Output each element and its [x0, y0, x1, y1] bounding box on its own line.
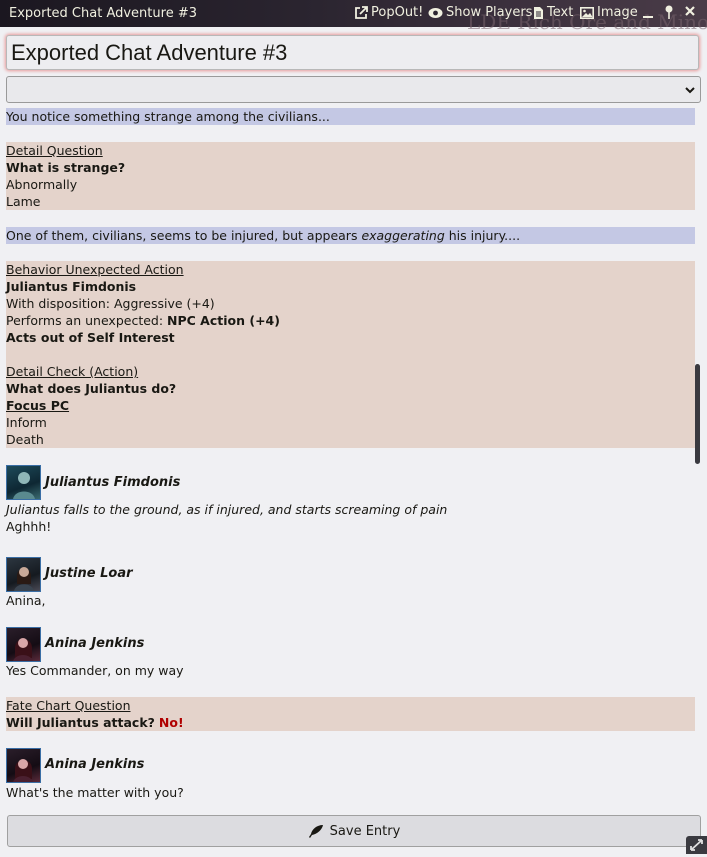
- narration-emphasis: exaggerating: [361, 228, 445, 243]
- speaker-name: Justine Loar: [45, 566, 133, 581]
- speaker-name: Anina Jenkins: [45, 636, 145, 651]
- popout-button[interactable]: PopOut!: [354, 5, 423, 20]
- avatar-portrait-icon: [14, 567, 34, 591]
- fate-chart-question: Will Juliantus attack?: [6, 715, 155, 730]
- minimize-icon: [643, 16, 653, 18]
- resize-handle[interactable]: [686, 836, 707, 854]
- behavior-performs: Performs an unexpected: NPC Action (+4): [6, 312, 695, 329]
- minimize-button[interactable]: [642, 2, 654, 20]
- message-text: Anina,: [6, 593, 46, 608]
- chat-message: Justine Loar Anina,: [6, 557, 695, 612]
- avatar[interactable]: [6, 557, 41, 592]
- avatar[interactable]: [6, 465, 41, 500]
- behavior-disposition: With disposition: Aggressive (+4): [6, 296, 215, 311]
- image-label: Image: [597, 5, 638, 20]
- entry-title-input[interactable]: [6, 35, 699, 70]
- detail-check-result-2: Death: [6, 432, 44, 447]
- speaker-name: Juliantus Fimdonis: [45, 475, 181, 490]
- narration-part: his injury....: [444, 228, 521, 243]
- close-button[interactable]: [684, 5, 696, 17]
- chat-message: Anina Jenkins What's the matter with you…: [6, 748, 695, 803]
- close-icon: [685, 6, 695, 16]
- avatar[interactable]: [6, 627, 41, 662]
- entry-select[interactable]: [6, 76, 701, 103]
- behavior-npc-name: Juliantus Fimdonis: [6, 279, 137, 294]
- behavior-acts: Acts out of Self Interest: [6, 330, 175, 345]
- message-text: Aghhh!: [6, 519, 52, 534]
- show-players-label: Show Players: [446, 5, 533, 20]
- pin-button[interactable]: [664, 5, 674, 20]
- feather-icon: [308, 825, 323, 838]
- chat-log-scrollbar[interactable]: [695, 364, 700, 464]
- image-button[interactable]: Image: [580, 5, 638, 20]
- fate-chart-line: Will Juliantus attack? No!: [6, 714, 695, 731]
- chat-message: Anina Jenkins Yes Commander, on my way: [6, 627, 695, 682]
- eye-icon: [428, 7, 443, 18]
- behavior-block: Behavior Unexpected Action Juliantus Fim…: [6, 261, 695, 448]
- fate-chart-heading: Fate Chart Question: [6, 698, 131, 713]
- detail-check-result-1: Inform: [6, 415, 47, 430]
- save-entry-button[interactable]: Save Entry: [7, 815, 701, 847]
- avatar-portrait-icon: [13, 759, 33, 782]
- performs-prefix: Performs an unexpected:: [6, 313, 168, 328]
- save-entry-label: Save Entry: [329, 823, 401, 839]
- detail-result-1: Abnormally: [6, 177, 78, 192]
- show-players-button[interactable]: Show Players: [428, 5, 532, 20]
- text-button[interactable]: Text: [533, 5, 573, 20]
- text-label: Text: [547, 5, 574, 20]
- narration-block: You notice something strange among the c…: [6, 108, 695, 125]
- speaker-name: Anina Jenkins: [45, 757, 145, 772]
- fate-chart-block: Fate Chart Question Will Juliantus attac…: [6, 697, 695, 731]
- file-text-icon: [534, 6, 543, 19]
- behavior-heading: Behavior Unexpected Action: [6, 262, 184, 277]
- detail-question-heading: Detail Question: [6, 143, 103, 158]
- avatar-portrait-icon: [13, 638, 33, 661]
- detail-check-question: What does Juliantus do?: [6, 381, 177, 396]
- fate-chart-answer: No!: [158, 715, 184, 730]
- message-text: What's the matter with you?: [6, 785, 184, 800]
- chat-log[interactable]: You notice something strange among the c…: [0, 108, 695, 808]
- message-emote: Juliantus falls to the ground, as if inj…: [6, 502, 448, 517]
- detail-check-focus: Focus PC: [6, 398, 70, 413]
- message-text: Yes Commander, on my way: [6, 663, 184, 678]
- narration-text: You notice something strange among the c…: [6, 109, 330, 124]
- external-link-icon: [355, 5, 368, 19]
- popout-label: PopOut!: [371, 5, 424, 20]
- avatar[interactable]: [6, 748, 41, 783]
- detail-result-2: Lame: [6, 194, 41, 209]
- window-titlebar: LDE Rich Ore and Minor Exported Chat Adv…: [0, 0, 707, 34]
- narration-part: One of them, civilians, seems to be inju…: [6, 228, 362, 243]
- pin-icon: [665, 5, 673, 19]
- detail-question-block: Detail Question What is strange? Abnorma…: [6, 142, 695, 210]
- chevron-down-icon: [685, 87, 695, 94]
- detail-question-text: What is strange?: [6, 160, 126, 175]
- chat-message: Juliantus Fimdonis Juliantus falls to th…: [6, 465, 695, 535]
- avatar-portrait-icon: [13, 472, 35, 499]
- window-title: Exported Chat Adventure #3: [9, 6, 197, 21]
- narration-block: One of them, civilians, seems to be inju…: [6, 227, 695, 244]
- image-icon: [580, 6, 594, 19]
- resize-arrows-icon: [690, 839, 703, 851]
- performs-action: NPC Action (+4): [167, 313, 280, 328]
- narration-text: One of them, civilians, seems to be inju…: [6, 227, 695, 244]
- detail-check-heading: Detail Check (Action): [6, 364, 139, 379]
